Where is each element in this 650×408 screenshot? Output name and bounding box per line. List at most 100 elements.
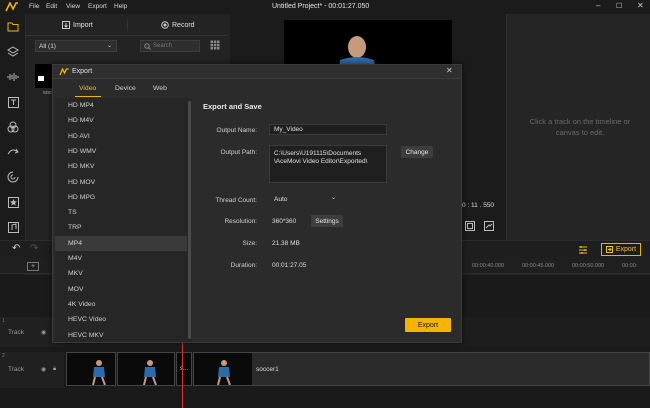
export-icon	[605, 246, 613, 253]
search-icon	[144, 43, 151, 50]
output-path-line: \AceMovi Video Editor\Exported\	[274, 158, 368, 165]
track-label: Track	[8, 329, 25, 336]
resolution-settings-button[interactable]: Settings	[311, 215, 343, 227]
toolbar-export-button[interactable]: Export	[601, 243, 641, 256]
tab-device[interactable]: Device	[115, 85, 136, 92]
filters-icon[interactable]	[6, 170, 20, 184]
output-name-input[interactable]: My_Video	[269, 124, 387, 135]
tab-web[interactable]: Web	[153, 85, 167, 92]
duration-label: Duration:	[230, 262, 257, 269]
format-item[interactable]: HD M4V	[55, 113, 187, 128]
preview-time: 0 : 11 . 550	[462, 202, 495, 209]
chevron-down-icon: ⌄	[106, 43, 112, 49]
size-value: 21.38 MB	[272, 240, 300, 247]
video-clip-soccer1[interactable]: soccer1	[193, 352, 650, 386]
output-path-label: Output Path:	[220, 149, 258, 156]
track-number: 2	[2, 353, 5, 359]
video-clip[interactable]	[117, 352, 175, 386]
format-item-selected[interactable]: MP4	[55, 235, 187, 251]
media-search-input[interactable]: Search	[140, 40, 200, 52]
format-item[interactable]: M4V	[55, 251, 187, 266]
change-path-button[interactable]: Change	[401, 146, 433, 158]
media-filter-select[interactable]: All (1) ⌄	[35, 40, 117, 52]
play-badge-icon	[38, 76, 44, 81]
maximize-icon[interactable]: ☐	[616, 2, 622, 10]
export-dialog: Export ✕ Video Device Web HD MP4 HD M4V …	[52, 64, 462, 343]
minimize-icon[interactable]: –	[596, 1, 600, 10]
toolbar-export-label: Export	[615, 246, 637, 253]
close-icon[interactable]: ✕	[446, 66, 453, 75]
effects-icon[interactable]	[6, 120, 20, 134]
snapshot-icon[interactable]	[465, 221, 475, 231]
text-icon[interactable]	[6, 95, 20, 109]
lock-icon[interactable]: 🔒︎	[53, 366, 56, 373]
track-label: Track	[8, 366, 25, 373]
menu-file[interactable]: File	[29, 3, 39, 10]
track-number: 1	[2, 318, 5, 324]
format-item[interactable]: HD WMV	[55, 144, 187, 159]
layers-icon[interactable]	[6, 45, 20, 59]
audio-wave-icon[interactable]	[6, 70, 20, 84]
clip-label: soccer1	[256, 366, 279, 373]
export-tabs: Video Device Web	[53, 80, 193, 98]
add-track-icon[interactable]: +	[27, 262, 39, 271]
menu-view[interactable]: View	[66, 3, 80, 10]
record-icon	[161, 21, 169, 29]
format-item[interactable]: MKV	[55, 266, 187, 281]
output-path-field[interactable]: C:\Users\U191115\Documents \AceMovi Vide…	[269, 145, 387, 183]
menu-edit[interactable]: Edit	[46, 3, 57, 10]
eye-icon[interactable]: ◉	[41, 329, 46, 336]
dialog-title-bar: Export ✕	[53, 65, 461, 79]
format-item[interactable]: HD AVI	[55, 129, 187, 144]
format-item[interactable]: TRP	[55, 220, 187, 235]
format-item[interactable]: HD MKV	[55, 159, 187, 174]
media-folder-icon[interactable]	[6, 20, 20, 34]
music-library-icon[interactable]	[6, 220, 20, 234]
active-tab-underline	[75, 96, 101, 97]
track-header-2[interactable]: 2 Track ◉ 🔒︎	[0, 352, 64, 388]
video-clip[interactable]	[66, 352, 116, 386]
search-placeholder: Search	[153, 43, 173, 49]
app-logo-icon	[59, 68, 69, 76]
grid-view-icon[interactable]	[210, 40, 220, 50]
close-window-icon[interactable]: ✕	[637, 1, 644, 10]
format-item[interactable]: HD MP4	[55, 98, 187, 113]
media-thumbnail[interactable]	[35, 64, 53, 88]
resolution-value: 360*360	[272, 218, 297, 225]
settings-heading: Export and Save	[203, 102, 262, 111]
title-bar: File Edit View Export Help Untitled Proj…	[0, 0, 650, 14]
output-path-line: C:\Users\U191115\Documents	[274, 150, 362, 157]
tab-video[interactable]: Video	[79, 85, 96, 92]
transitions-icon[interactable]	[6, 145, 20, 159]
app-logo-icon	[5, 2, 18, 12]
video-clip[interactable]: s...	[176, 352, 192, 386]
format-item[interactable]: 4K Video	[55, 297, 187, 312]
undo-icon[interactable]: ↶	[12, 243, 20, 254]
dialog-title: Export	[72, 68, 93, 75]
elements-icon[interactable]	[6, 195, 20, 209]
thread-count-select[interactable]: Auto ⌄	[269, 193, 341, 205]
format-item[interactable]: HEVC MKV	[55, 328, 187, 343]
format-item[interactable]: HD MPG	[55, 190, 187, 205]
format-item[interactable]: HD MOV	[55, 175, 187, 190]
export-button[interactable]: Export	[405, 318, 451, 332]
app-window: File Edit View Export Help Untitled Proj…	[0, 0, 650, 408]
thread-count-value: Auto	[274, 196, 288, 203]
eye-icon[interactable]: ◉	[41, 366, 46, 373]
properties-hint: Click a track on the timeline or canvas …	[529, 117, 631, 137]
record-button[interactable]: Record	[161, 17, 195, 33]
duration-value: 00:01:27.05	[272, 262, 307, 269]
format-item[interactable]: MOV	[55, 282, 187, 297]
menu-export[interactable]: Export	[88, 3, 107, 10]
import-button[interactable]: Import	[62, 17, 93, 33]
format-item[interactable]: TS	[55, 205, 187, 220]
ruler-tick: 00:00:50.000	[572, 263, 605, 269]
menu-help[interactable]: Help	[114, 3, 127, 10]
format-item[interactable]: HEVC Video	[55, 312, 187, 327]
settings-sliders-icon[interactable]	[578, 245, 588, 255]
redo-icon[interactable]: ↷	[30, 243, 38, 254]
window-title: Untitled Project* - 00:01:27.050	[272, 3, 370, 10]
filter-value: All (1)	[39, 43, 56, 50]
fullscreen-icon[interactable]	[484, 221, 494, 231]
format-list: HD MP4 HD M4V HD AVI HD WMV HD MKV HD MO…	[55, 98, 191, 342]
